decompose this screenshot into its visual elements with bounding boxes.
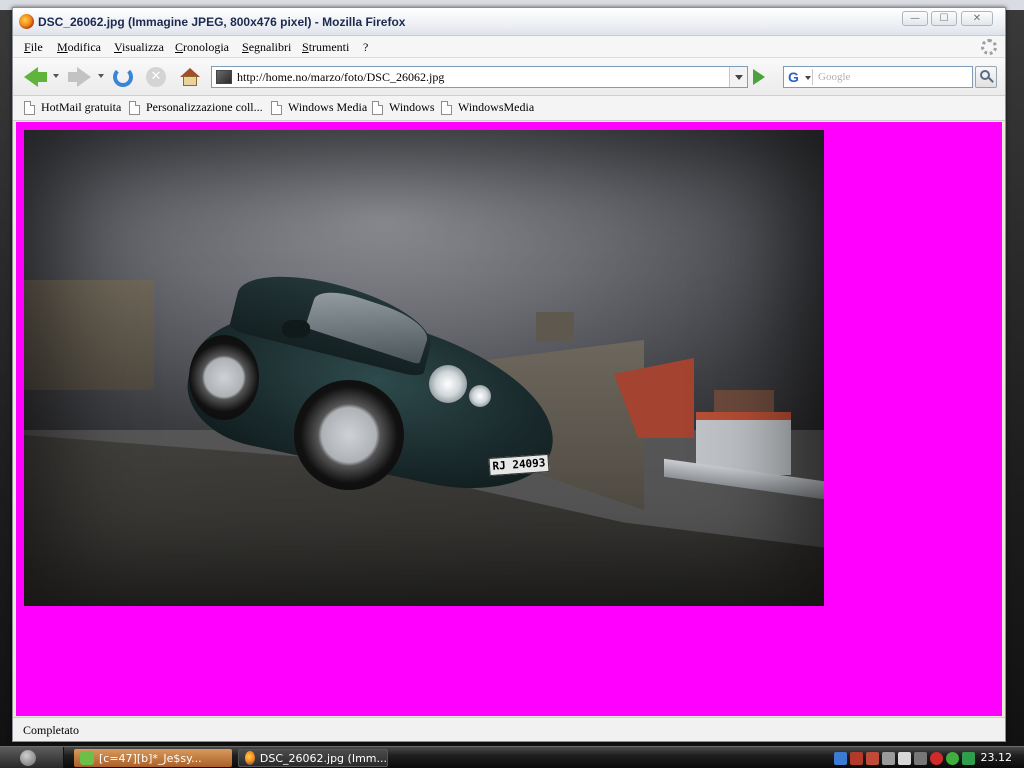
tray-app-icon[interactable] [882,751,895,765]
home-button[interactable] [177,65,203,89]
bookmarks-toolbar: HotMail gratuita Personalizzazione coll.… [13,96,1005,121]
bookmark-page-icon [372,100,383,115]
reload-button[interactable] [111,65,135,89]
chat-icon [80,751,94,765]
start-button[interactable] [0,747,64,768]
search-bar[interactable]: G Google [783,66,973,88]
tray-app-icon[interactable] [866,751,879,765]
page-content: RJ 24093 [16,122,1002,716]
jpeg-image[interactable]: RJ 24093 [24,130,824,606]
bookmark-page-icon [271,100,282,115]
page-favicon-icon [216,70,232,84]
stop-button[interactable]: ✕ [144,65,168,89]
back-button[interactable] [21,65,49,89]
navigation-toolbar: ✕ http://home.no/marzo/foto/DSC_26062.jp… [13,58,1005,96]
maximize-button[interactable]: ☐ [931,11,957,26]
messenger-icon[interactable] [946,751,959,765]
bookmark-windows-media[interactable]: Windows Media [271,100,367,115]
address-bar[interactable]: http://home.no/marzo/foto/DSC_26062.jpg [211,66,748,88]
menu-modifica[interactable]: Modifica [57,40,101,55]
menu-cronologia[interactable]: Cronologia [175,40,229,55]
bookmark-windows[interactable]: Windows [372,100,435,115]
antivirus-icon[interactable] [930,751,943,765]
menu-strumenti[interactable]: Strumenti [302,40,349,55]
bookmark-personalizzazione[interactable]: Personalizzazione coll... [129,100,263,115]
forward-icon [76,67,91,87]
menu-file[interactable]: File [24,40,43,55]
taskbar-item-chat[interactable]: [c=47][b]*_Je$sy... [74,749,232,767]
google-icon: G [788,69,799,85]
tray-app-icon[interactable] [850,751,863,765]
stop-icon: ✕ [146,67,166,87]
start-orb-icon [20,750,36,766]
title-bar[interactable]: DSC_26062.jpg (Immagine JPEG, 800x476 pi… [13,8,1005,36]
firefox-icon [245,751,255,765]
url-text[interactable]: http://home.no/marzo/foto/DSC_26062.jpg [237,70,444,85]
taskbar-item-firefox[interactable]: DSC_26062.jpg (Imm... [238,749,388,767]
back-history-dropdown[interactable] [53,74,59,78]
bookmark-page-icon [24,100,35,115]
taskbar: [c=47][b]*_Je$sy... DSC_26062.jpg (Imm..… [0,746,1024,768]
network-icon[interactable] [834,751,847,765]
bookmark-windowsmedia[interactable]: WindowsMedia [441,100,534,115]
browser-window: DSC_26062.jpg (Immagine JPEG, 800x476 pi… [12,7,1006,742]
throbber-icon [981,39,997,55]
printer-icon[interactable] [898,751,911,765]
menu-visualizza[interactable]: Visualizza [114,40,164,55]
clock[interactable]: 23.12 [981,751,1013,764]
search-button[interactable] [975,66,997,88]
menu-bar: File Modifica Visualizza Cronologia Segn… [13,36,1005,58]
menu-segnalibri[interactable]: Segnalibri [242,40,291,55]
search-input[interactable]: Google [818,71,850,83]
bookmark-page-icon [441,100,452,115]
firefox-icon [19,14,34,29]
bookmark-hotmail[interactable]: HotMail gratuita [24,100,121,115]
tray-app-icon[interactable] [962,751,975,765]
status-text: Completato [23,723,79,737]
back-icon [23,67,38,87]
window-title: DSC_26062.jpg (Immagine JPEG, 800x476 pi… [38,15,406,29]
go-icon[interactable] [753,69,765,85]
status-bar: Completato [13,717,1005,741]
home-icon [180,68,200,86]
forward-button[interactable] [65,65,93,89]
close-button[interactable]: ✕ [961,11,993,26]
bookmark-page-icon [129,100,140,115]
forward-history-dropdown[interactable] [98,74,104,78]
menu-help[interactable]: ? [363,40,368,55]
tray-app-icon[interactable] [914,751,927,765]
search-engine-selector[interactable]: G [786,69,813,85]
minimize-button[interactable]: — [902,11,928,26]
reload-icon [113,67,133,87]
url-history-dropdown[interactable] [729,67,747,87]
